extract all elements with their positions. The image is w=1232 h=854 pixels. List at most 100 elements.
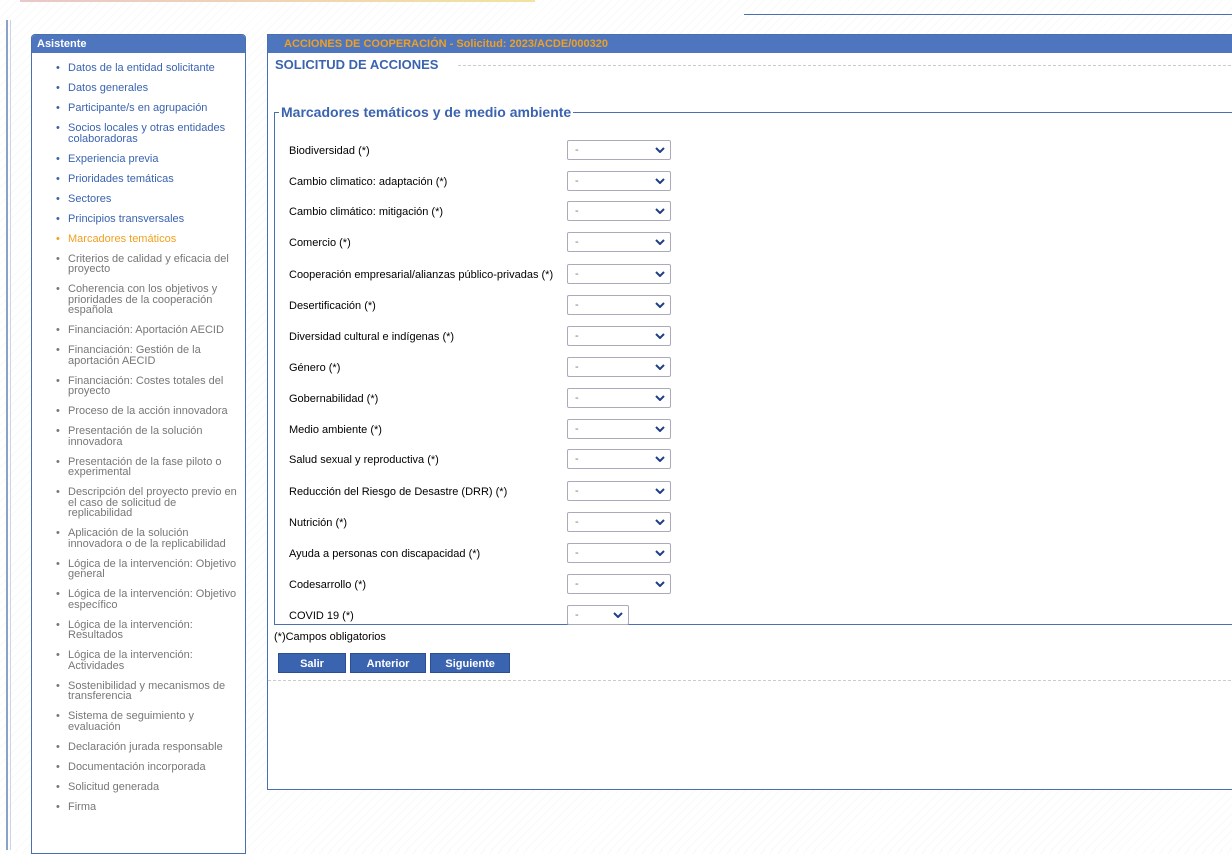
marker-label-text: Cooperación empresarial/alianzas público… [289, 268, 554, 281]
sidebar-item: • Solicitud generada [32, 780, 245, 793]
sidebar-item[interactable]: • Datos generales [32, 83, 245, 94]
sidebar-item[interactable]: • Experiencia previa [32, 152, 245, 165]
sidebar-item-label: Lógica de la intervención: Actividades [68, 649, 193, 672]
next-button[interactable]: Siguiente [430, 653, 511, 673]
bullet-icon: • [56, 486, 60, 498]
marker-select[interactable]: - [567, 171, 671, 191]
previous-button[interactable]: Anterior [350, 653, 427, 673]
sidebar-item: • Declaración jurada responsable [32, 740, 245, 753]
marker-label: Reducción del Riesgo de Desastre (DRR) (… [289, 477, 554, 507]
bullet-icon: • [56, 649, 60, 661]
marker-label: Codesarrollo (*) [289, 570, 554, 600]
marker-select[interactable]: - [567, 449, 671, 469]
marker-row: Codesarrollo (*) - [289, 570, 689, 600]
sidebar-item: • Presentación de la fase piloto o experi… [32, 456, 245, 478]
marker-select[interactable]: - [567, 419, 671, 439]
marker-label-text: Biodiversidad (*) [289, 144, 370, 157]
marker-label: Género (*) [289, 353, 554, 383]
sidebar-item-label: Prioridades temáticas [68, 172, 174, 185]
marker-select[interactable]: - [567, 264, 671, 284]
sidebar-item: • Firma [32, 801, 245, 812]
sidebar-item[interactable]: • Socios locales y otras entidades colabo… [32, 123, 245, 144]
marker-select[interactable]: - [567, 512, 671, 532]
marker-select[interactable]: - [567, 388, 671, 408]
marker-select[interactable]: - [567, 543, 671, 563]
sidebar-item[interactable]: • Marcadores temáticos [32, 232, 245, 245]
select-value: - [575, 423, 579, 435]
marker-row: Nutrición (*) - [289, 508, 689, 538]
marker-select[interactable]: - [567, 326, 671, 346]
select-value: - [575, 578, 579, 590]
sidebar-item: • Presentación de la solución innovadora [32, 426, 245, 447]
bullet-icon: • [56, 102, 60, 114]
sidebar-item-label: Lógica de la intervención: Resultados [68, 618, 193, 641]
exit-button[interactable]: Salir [278, 653, 346, 673]
marker-row: Cooperación empresarial/alianzas público… [289, 260, 689, 290]
marker-select[interactable]: - [567, 201, 671, 221]
bullet-icon: • [56, 252, 60, 265]
chevron-down-icon [655, 395, 665, 401]
sidebar-item-label: Financiación: Costes totales del proyect… [68, 374, 224, 397]
sidebar-item: • Financiación: Costes totales del proyec… [32, 374, 245, 397]
select-value: - [575, 516, 579, 528]
bullet-icon: • [56, 232, 60, 245]
chevron-down-icon [655, 147, 665, 153]
sidebar-item-label: Financiación: Gestión de la aportación A… [68, 344, 201, 367]
sidebar-title: Asistente [32, 35, 245, 53]
sidebar-item-label: Experiencia previa [68, 152, 159, 165]
marker-select[interactable]: - [567, 232, 671, 252]
chevron-down-icon [655, 208, 665, 214]
bullet-icon: • [56, 710, 60, 722]
sidebar-item-label: Financiación: Aportación AECID [68, 324, 224, 336]
sidebar-item: • Descripción del proyecto previo en el c… [32, 487, 245, 519]
sidebar-item[interactable]: • Participante/s en agrupación [32, 103, 245, 114]
top-decor-line [20, 0, 535, 2]
select-value: - [575, 268, 579, 280]
marker-select[interactable]: - [567, 481, 671, 501]
marker-label-text: Nutrición (*) [289, 516, 348, 529]
bullet-icon: • [56, 588, 60, 600]
sidebar-item: • Lógica de la intervención: Actividades [32, 650, 245, 671]
bullet-icon: • [56, 374, 60, 387]
chevron-down-icon [655, 364, 665, 370]
marker-label-text: Diversidad cultural e indígenas (*) [289, 330, 455, 343]
sidebar-item-label: Socios locales y otras entidades colabor… [68, 122, 226, 145]
bullet-icon: • [56, 212, 60, 225]
marker-select[interactable]: - [567, 295, 671, 315]
marker-label: Ayuda a personas con discapacidad (*) [289, 539, 554, 569]
section-divider [458, 65, 1232, 66]
section-title: SOLICITUD DE ACCIONES [275, 57, 442, 72]
select-value: - [575, 175, 579, 187]
select-value: - [575, 144, 579, 156]
marker-select[interactable]: - [567, 140, 671, 160]
bullet-icon: • [56, 780, 60, 793]
marker-select[interactable]: - [567, 574, 671, 594]
wizard-sidebar: Asistente • Datos de la entidad solicitan… [31, 34, 246, 854]
select-value: - [575, 453, 579, 465]
bullet-icon: • [56, 425, 60, 437]
chevron-down-icon [655, 519, 665, 525]
bottom-divider [268, 680, 1232, 681]
sidebar-item: • Financiación: Gestión de la aportación … [32, 345, 245, 366]
marker-label-text: Comercio (*) [289, 236, 351, 249]
marker-select[interactable]: - [567, 605, 629, 625]
bullet-icon: • [56, 324, 60, 336]
sidebar-item[interactable]: • Sectores [32, 192, 245, 205]
bullet-icon: • [56, 152, 60, 165]
sidebar-item[interactable]: • Datos de la entidad solicitante [32, 63, 245, 74]
marker-select[interactable]: - [567, 357, 671, 377]
marker-label-text: Salud sexual y reproductiva (*) [289, 453, 439, 466]
sidebar-item-label: Sectores [68, 192, 112, 205]
sidebar-item-label: Presentación de la solución innovadora [68, 425, 203, 448]
sidebar-item-label: Participante/s en agrupación [68, 102, 208, 114]
sidebar-item-label: Declaración jurada responsable [68, 740, 223, 753]
marker-row: COVID 19 (*) - [289, 601, 689, 631]
bullet-icon: • [56, 172, 60, 185]
sidebar-item-label: Solicitud generada [68, 780, 160, 793]
sidebar-item[interactable]: • Principios transversales [32, 212, 245, 225]
marker-row: Desertificación (*) - [289, 291, 689, 321]
marker-label: Salud sexual y reproductiva (*) [289, 445, 554, 475]
marker-label-text: Género (*) [289, 361, 341, 374]
marker-label-text: COVID 19 (*) [289, 609, 354, 622]
sidebar-item[interactable]: • Prioridades temáticas [32, 172, 245, 185]
